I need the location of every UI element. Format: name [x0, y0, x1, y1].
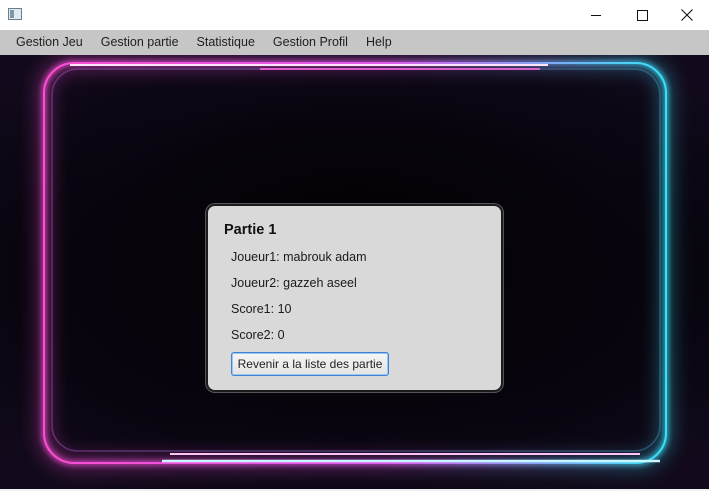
player2-label: Joueur2:	[231, 276, 284, 290]
player2-value: gazzeh aseel	[283, 276, 357, 290]
match-title: Partie 1	[224, 222, 277, 238]
score1-label: Score1:	[231, 302, 278, 316]
match-details-card: Partie 1 Joueur1: mabrouk adam Joueur2: …	[206, 204, 503, 392]
maximize-icon	[636, 9, 648, 21]
title-bar[interactable]	[0, 0, 709, 30]
player1-label: Joueur1:	[231, 250, 284, 264]
menu-statistique[interactable]: Statistique	[188, 30, 264, 55]
menu-gestion-jeu[interactable]: Gestion Jeu	[0, 30, 92, 55]
app-window: Gestion Jeu Gestion partie Statistique G…	[0, 0, 709, 491]
menu-bar: Gestion Jeu Gestion partie Statistique G…	[0, 30, 709, 55]
menu-gestion-partie[interactable]: Gestion partie	[92, 30, 188, 55]
close-icon	[681, 9, 693, 21]
player1-row: Joueur1: mabrouk adam	[231, 250, 367, 264]
player1-value: mabrouk adam	[283, 250, 367, 264]
menu-gestion-profil[interactable]: Gestion Profil	[264, 30, 357, 55]
score2-label: Score2:	[231, 328, 278, 342]
back-to-list-button[interactable]: Revenir a la liste des partie	[231, 352, 389, 376]
minimize-icon	[591, 15, 601, 16]
menu-help[interactable]: Help	[357, 30, 401, 55]
score1-value: 10	[277, 302, 292, 316]
player2-row: Joueur2: gazzeh aseel	[231, 276, 357, 290]
score1-row: Score1: 10	[231, 302, 291, 316]
score2-row: Score2: 0	[231, 328, 285, 342]
close-button[interactable]	[664, 0, 709, 30]
app-window-icon	[8, 8, 22, 20]
minimize-button[interactable]	[573, 0, 619, 30]
maximize-button[interactable]	[619, 0, 665, 30]
score2-value: 0	[277, 328, 285, 342]
